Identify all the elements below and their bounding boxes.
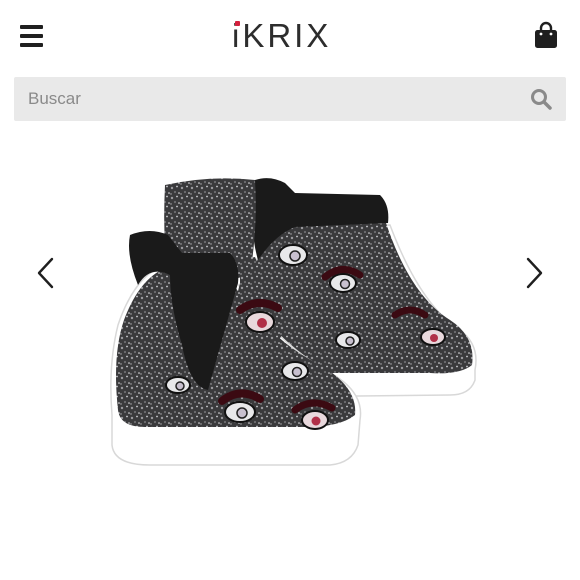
search-icon[interactable] bbox=[530, 88, 552, 110]
search-input[interactable] bbox=[28, 77, 508, 121]
chevron-left-icon[interactable] bbox=[36, 256, 56, 290]
header: iKRIX bbox=[0, 0, 580, 72]
menu-line bbox=[20, 43, 43, 47]
menu-line bbox=[20, 25, 43, 29]
chevron-right-icon[interactable] bbox=[524, 256, 544, 290]
shopping-bag-icon[interactable] bbox=[533, 21, 559, 49]
menu-line bbox=[20, 34, 43, 38]
logo[interactable]: iKRIX bbox=[232, 17, 348, 54]
product-image[interactable] bbox=[90, 165, 490, 510]
logo-accent-dot bbox=[235, 21, 240, 26]
hamburger-menu-icon[interactable] bbox=[20, 25, 44, 47]
search-bar bbox=[14, 77, 566, 121]
logo-text: iKRIX bbox=[232, 17, 332, 54]
